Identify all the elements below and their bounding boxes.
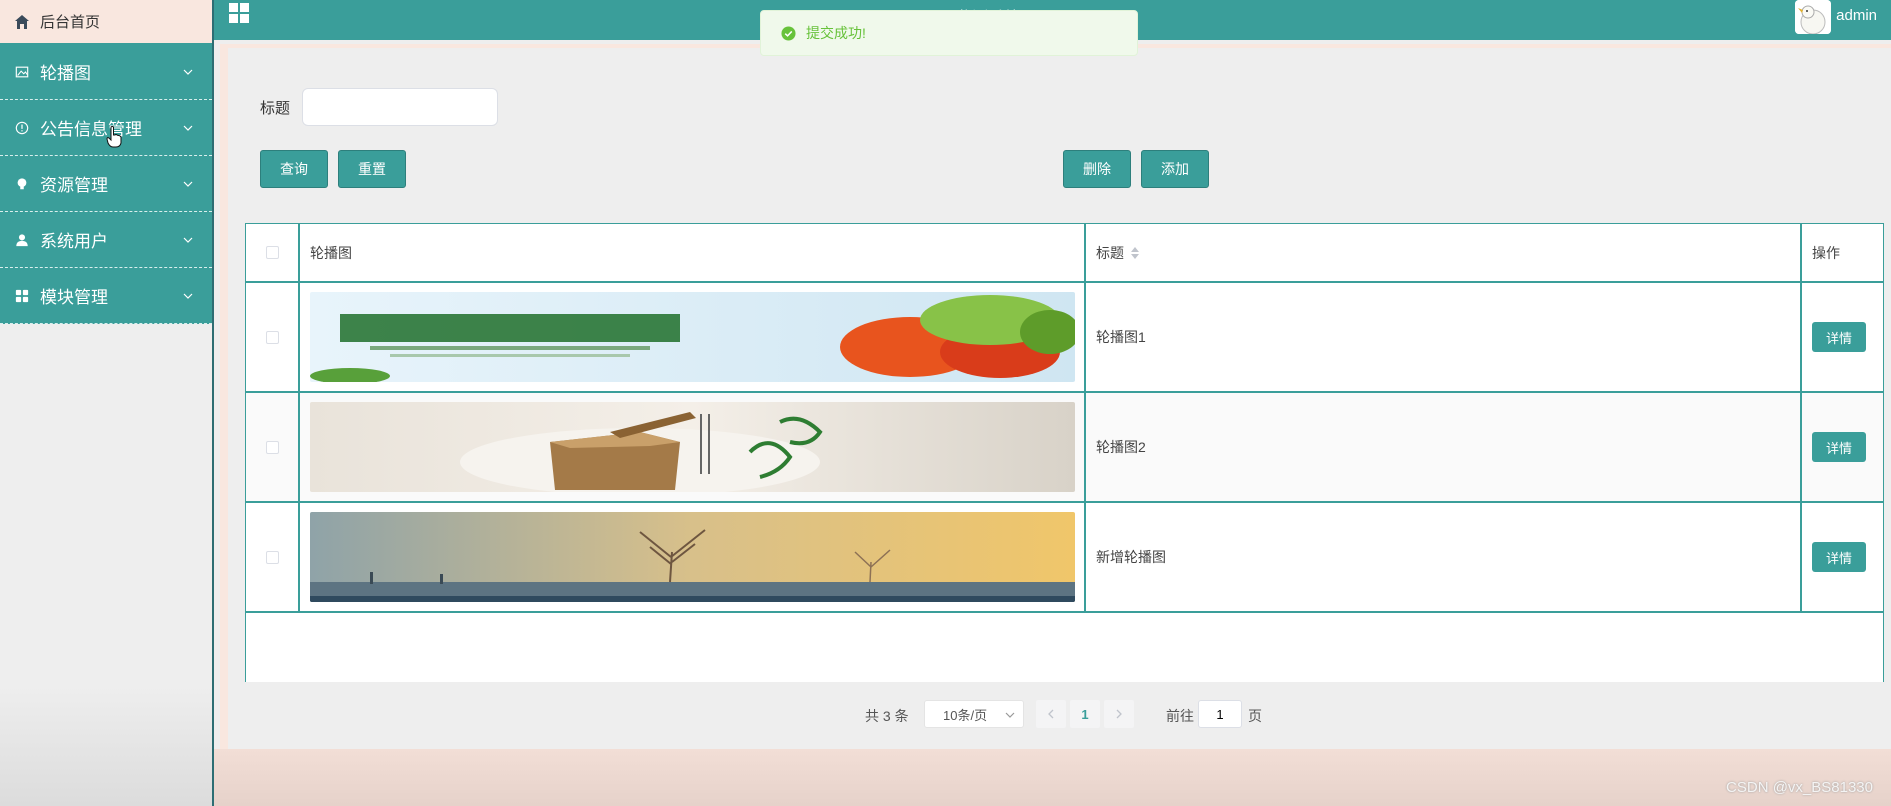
chevron-down-icon bbox=[183, 237, 193, 243]
vegetables-banner-image bbox=[310, 292, 1075, 382]
sidebar-item-label: 系统用户 bbox=[40, 232, 108, 251]
chevron-right-icon bbox=[1116, 709, 1122, 719]
table-header-row: 轮播图 标题 操作 bbox=[246, 224, 1883, 283]
sidebar-item-label: 轮播图 bbox=[40, 64, 91, 83]
sidebar-item-resources[interactable]: 资源管理 bbox=[0, 156, 212, 212]
goto-label: 前往 bbox=[1166, 708, 1194, 724]
page-size-select[interactable]: 10条/页 bbox=[924, 700, 1024, 728]
table-row: 轮播图2 详情 bbox=[246, 393, 1883, 503]
carousel-table: 轮播图 标题 操作 轮播图1 详情 轮播图2 详情 新增轮播图 详情 bbox=[245, 223, 1884, 682]
query-button[interactable]: 查询 bbox=[260, 150, 328, 188]
sidebar-item-home[interactable]: 后台首页 bbox=[0, 0, 212, 44]
page-unit-label: 页 bbox=[1248, 708, 1262, 724]
bottom-strip: CSDN @vx_BS81330 bbox=[214, 749, 1891, 806]
home-icon bbox=[15, 14, 29, 29]
row-title: 轮播图1 bbox=[1086, 283, 1802, 391]
grid-icon bbox=[14, 288, 30, 304]
next-page-button[interactable] bbox=[1104, 700, 1134, 728]
chevron-left-icon bbox=[1048, 709, 1054, 719]
page-size-value: 10条/页 bbox=[943, 707, 988, 723]
chevron-down-icon bbox=[183, 293, 193, 299]
row-title: 轮播图2 bbox=[1086, 393, 1802, 501]
main-content: 标题 查询 重置 删除 添加 轮播图 标题 操作 轮播图1 详情 轮播图2 详情… bbox=[220, 44, 1891, 749]
column-header-title-label: 标题 bbox=[1096, 244, 1124, 261]
table-row: 轮播图1 详情 bbox=[246, 283, 1883, 393]
select-all-checkbox[interactable] bbox=[265, 246, 279, 259]
user-icon bbox=[14, 232, 30, 248]
detail-button[interactable]: 详情 bbox=[1812, 542, 1866, 572]
row-title: 新增轮播图 bbox=[1086, 503, 1802, 611]
chevron-down-icon bbox=[183, 69, 193, 75]
sidebar-item-label: 后台首页 bbox=[40, 14, 101, 31]
table-row: 新增轮播图 详情 bbox=[246, 503, 1883, 613]
reset-button[interactable]: 重置 bbox=[338, 150, 406, 188]
delete-button[interactable]: 删除 bbox=[1063, 150, 1131, 188]
sort-caret-icon[interactable] bbox=[1130, 246, 1140, 260]
pagination: 共 3 条 10条/页 1 前往 页 bbox=[228, 700, 1891, 730]
column-header-title[interactable]: 标题 bbox=[1086, 224, 1802, 281]
hand-cursor-icon bbox=[106, 126, 122, 148]
watermark: CSDN @vx_BS81330 bbox=[1726, 779, 1873, 796]
prev-page-button[interactable] bbox=[1036, 700, 1066, 728]
sidebar-item-users[interactable]: 系统用户 bbox=[0, 212, 212, 268]
column-header-actions: 操作 bbox=[1812, 244, 1840, 261]
sidebar-item-modules[interactable]: 模块管理 bbox=[0, 268, 212, 324]
sidebar-item-label: 模块管理 bbox=[40, 288, 108, 307]
column-header-image: 轮播图 bbox=[300, 224, 1086, 281]
rice-sack-banner-image bbox=[310, 402, 1075, 492]
row-checkbox[interactable] bbox=[265, 330, 279, 344]
detail-button[interactable]: 详情 bbox=[1812, 432, 1866, 462]
check-circle-icon bbox=[781, 25, 796, 41]
chevron-down-icon bbox=[1005, 712, 1015, 718]
title-filter-input[interactable] bbox=[302, 88, 499, 126]
picture-icon bbox=[14, 64, 30, 80]
page-number-button[interactable]: 1 bbox=[1070, 700, 1100, 728]
lightbulb-icon bbox=[14, 176, 30, 192]
add-button[interactable]: 添加 bbox=[1141, 150, 1209, 188]
search-form: 标题 bbox=[260, 88, 499, 126]
title-filter-label: 标题 bbox=[260, 99, 291, 117]
detail-button[interactable]: 详情 bbox=[1812, 322, 1866, 352]
sidebar-item-label: 资源管理 bbox=[40, 176, 108, 195]
row-checkbox[interactable] bbox=[265, 440, 279, 454]
chevron-down-icon bbox=[183, 125, 193, 131]
pagination-total: 共 3 条 bbox=[865, 708, 909, 724]
info-circle-icon bbox=[14, 120, 30, 136]
sidebar-item-carousel[interactable]: 轮播图 bbox=[0, 44, 212, 100]
goto-page-input[interactable] bbox=[1198, 700, 1242, 728]
sunset-tree-banner-image bbox=[310, 512, 1075, 602]
sidebar: 后台首页 轮播图 公告信息管理 资源管理 系统用户 模块管理 bbox=[0, 0, 214, 806]
row-checkbox[interactable] bbox=[265, 550, 279, 564]
success-toast: 提交成功! bbox=[760, 10, 1138, 56]
chevron-down-icon bbox=[183, 181, 193, 187]
username[interactable]: admin bbox=[1836, 7, 1877, 24]
avatar[interactable] bbox=[1795, 0, 1831, 34]
menu-grid-icon[interactable] bbox=[228, 2, 250, 24]
toast-message: 提交成功! bbox=[806, 25, 866, 41]
content-panel: 标题 查询 重置 删除 添加 轮播图 标题 操作 轮播图1 详情 轮播图2 详情… bbox=[228, 48, 1891, 749]
